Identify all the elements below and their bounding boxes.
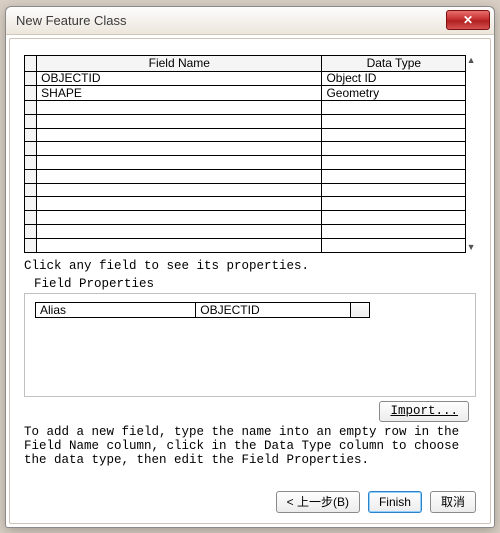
field-name-cell[interactable] — [37, 156, 322, 170]
row-selector[interactable] — [25, 128, 37, 142]
row-selector[interactable] — [25, 142, 37, 156]
fields-grid[interactable]: Field Name Data Type OBJECTIDObject IDSH… — [24, 55, 466, 253]
row-selector[interactable] — [25, 101, 37, 115]
fields-grid-body: OBJECTIDObject IDSHAPEGeometry — [25, 71, 466, 252]
field-name-cell[interactable] — [37, 114, 322, 128]
field-name-cell[interactable] — [37, 238, 322, 252]
row-selector[interactable] — [25, 238, 37, 252]
row-selector[interactable] — [25, 211, 37, 225]
table-row[interactable] — [25, 114, 466, 128]
close-button[interactable]: ✕ — [446, 10, 490, 30]
row-selector[interactable] — [25, 169, 37, 183]
property-key: Alias — [36, 302, 196, 317]
data-type-cell[interactable] — [322, 156, 466, 170]
fields-grid-wrap: Field Name Data Type OBJECTIDObject IDSH… — [24, 55, 476, 253]
field-name-cell[interactable] — [37, 169, 322, 183]
row-selector[interactable] — [25, 183, 37, 197]
table-row[interactable] — [25, 224, 466, 238]
back-button[interactable]: < 上一步(B) — [276, 491, 360, 513]
property-value[interactable]: OBJECTID — [196, 302, 351, 317]
data-type-cell[interactable]: Object ID — [322, 71, 466, 86]
close-icon: ✕ — [463, 14, 473, 26]
table-row[interactable] — [25, 238, 466, 252]
data-type-cell[interactable] — [322, 101, 466, 115]
data-type-cell[interactable]: Geometry — [322, 86, 466, 101]
field-name-cell[interactable] — [37, 101, 322, 115]
table-row[interactable] — [25, 169, 466, 183]
table-row[interactable] — [25, 211, 466, 225]
field-name-cell[interactable] — [37, 142, 322, 156]
table-row[interactable] — [25, 197, 466, 211]
field-name-cell[interactable] — [37, 183, 322, 197]
data-type-cell[interactable] — [322, 238, 466, 252]
data-type-cell[interactable] — [322, 183, 466, 197]
table-row[interactable] — [25, 101, 466, 115]
row-selector[interactable] — [25, 71, 37, 86]
field-name-cell[interactable]: SHAPE — [37, 86, 322, 101]
property-extra-cell[interactable] — [351, 302, 370, 317]
dialog-window: New Feature Class ✕ Field Name Data Type… — [5, 6, 495, 528]
table-row[interactable] — [25, 142, 466, 156]
col-header-field-name[interactable]: Field Name — [37, 55, 322, 71]
data-type-cell[interactable] — [322, 211, 466, 225]
property-row[interactable]: AliasOBJECTID — [36, 302, 370, 317]
properties-hint: Click any field to see its properties. — [24, 259, 476, 273]
field-name-cell[interactable]: OBJECTID — [37, 71, 322, 86]
field-name-cell[interactable] — [37, 224, 322, 238]
finish-button[interactable]: Finish — [368, 491, 422, 513]
table-row[interactable] — [25, 183, 466, 197]
data-type-cell[interactable] — [322, 197, 466, 211]
wizard-footer: < 上一步(B) Finish 取消 — [24, 485, 476, 513]
field-properties-grid[interactable]: AliasOBJECTID — [35, 302, 370, 318]
field-properties-box: AliasOBJECTID Import... — [24, 293, 476, 397]
field-name-cell[interactable] — [37, 197, 322, 211]
instructions-text: To add a new field, type the name into a… — [24, 425, 476, 468]
table-row[interactable] — [25, 156, 466, 170]
table-row[interactable] — [25, 128, 466, 142]
row-header-blank — [25, 55, 37, 71]
field-name-cell[interactable] — [37, 128, 322, 142]
field-properties-label: Field Properties — [34, 277, 476, 291]
row-selector[interactable] — [25, 156, 37, 170]
col-header-data-type[interactable]: Data Type — [322, 55, 466, 71]
data-type-cell[interactable] — [322, 169, 466, 183]
row-selector[interactable] — [25, 197, 37, 211]
cancel-button[interactable]: 取消 — [430, 491, 476, 513]
row-selector[interactable] — [25, 224, 37, 238]
client-area: Field Name Data Type OBJECTIDObject IDSH… — [9, 38, 491, 524]
import-button[interactable]: Import... — [379, 401, 469, 422]
row-selector[interactable] — [25, 86, 37, 101]
grid-scrollbar[interactable]: ▲ ▼ — [466, 55, 476, 253]
table-row[interactable]: SHAPEGeometry — [25, 86, 466, 101]
data-type-cell[interactable] — [322, 114, 466, 128]
titlebar: New Feature Class ✕ — [6, 7, 494, 35]
scroll-down-icon[interactable]: ▼ — [467, 243, 476, 252]
table-row[interactable]: OBJECTIDObject ID — [25, 71, 466, 86]
row-selector[interactable] — [25, 114, 37, 128]
data-type-cell[interactable] — [322, 128, 466, 142]
data-type-cell[interactable] — [322, 224, 466, 238]
scroll-up-icon[interactable]: ▲ — [467, 56, 476, 65]
field-properties-body: AliasOBJECTID — [36, 302, 370, 317]
window-title: New Feature Class — [16, 13, 446, 28]
data-type-cell[interactable] — [322, 142, 466, 156]
field-name-cell[interactable] — [37, 211, 322, 225]
